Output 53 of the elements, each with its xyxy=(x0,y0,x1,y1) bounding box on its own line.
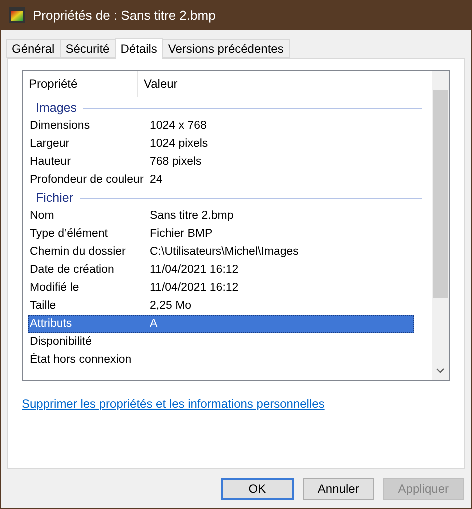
property-name: État hors connexion xyxy=(29,354,133,366)
group-title: Images xyxy=(36,101,77,115)
property-row[interactable]: Modifié le 11/04/2021 16:12 xyxy=(28,279,414,297)
property-name: Chemin du dossier xyxy=(29,246,127,258)
window-title: Propriétés de : Sans titre 2.bmp xyxy=(33,8,216,22)
property-name: Modifié le xyxy=(29,282,80,294)
property-row[interactable]: Chemin du dossier C:\Utilisateurs\Michel\Images xyxy=(28,243,414,261)
property-name: Date de création xyxy=(29,264,116,276)
property-row[interactable]: Taille 2,25 Mo xyxy=(28,297,414,315)
property-name: Dimensions xyxy=(29,120,92,132)
property-value: 24 xyxy=(149,174,163,186)
tab[interactable]: Détails xyxy=(114,38,164,59)
property-name: Attributs xyxy=(29,318,74,330)
chevron-down-icon[interactable] xyxy=(436,368,445,374)
property-name: Largeur xyxy=(29,138,71,150)
dialog-button[interactable]: Annuler xyxy=(302,478,374,500)
tab[interactable]: Sécurité xyxy=(60,39,116,58)
property-row[interactable]: Date de création 11/04/2021 16:12 xyxy=(28,261,414,279)
property-name: Nom xyxy=(29,210,56,222)
property-value: 11/04/2021 16:12 xyxy=(149,264,239,276)
property-row[interactable]: Profondeur de couleur 24 xyxy=(28,171,414,189)
property-row[interactable]: Dimensions 1024 x 768 xyxy=(28,117,414,135)
property-name: Type d’élément xyxy=(29,228,109,240)
column-header[interactable]: Propriété xyxy=(28,71,138,97)
scroll-thumb[interactable] xyxy=(433,90,448,298)
tab[interactable]: Général xyxy=(6,39,61,58)
property-name: Hauteur xyxy=(29,156,72,168)
scrollbar[interactable] xyxy=(432,71,449,380)
property-value: Fichier BMP xyxy=(149,228,213,240)
property-row[interactable]: Nom Sans titre 2.bmp xyxy=(28,207,414,225)
property-name: Disponibilité xyxy=(29,336,94,348)
property-row[interactable]: Attributs A xyxy=(28,315,414,333)
remove-properties-link[interactable]: Supprimer les propriétés et les informations personnelles xyxy=(22,397,325,411)
property-value: 768 pixels xyxy=(149,156,202,168)
property-value: 2,25 Mo xyxy=(149,300,192,312)
group-title: Fichier xyxy=(36,191,74,205)
property-row[interactable]: Hauteur 768 pixels xyxy=(28,153,414,171)
property-row[interactable]: État hors connexion xyxy=(28,351,414,369)
image-file-icon xyxy=(9,7,25,23)
tab[interactable]: Versions précédentes xyxy=(162,39,290,58)
property-name: Profondeur de couleur xyxy=(29,174,145,186)
dialog-button[interactable]: OK xyxy=(220,478,294,500)
property-name: Taille xyxy=(29,300,58,312)
property-row[interactable]: Type d’élément Fichier BMP xyxy=(28,225,414,243)
property-value: 1024 pixels xyxy=(149,138,208,150)
property-value: A xyxy=(149,318,158,330)
property-value: Sans titre 2.bmp xyxy=(149,210,234,222)
property-row[interactable]: Largeur 1024 pixels xyxy=(28,135,414,153)
property-value: 1024 x 768 xyxy=(149,120,207,132)
property-row[interactable]: Disponibilité xyxy=(28,333,414,351)
property-value: 11/04/2021 16:12 xyxy=(149,282,239,294)
property-value: C:\Utilisateurs\Michel\Images xyxy=(149,246,299,258)
column-header[interactable]: Valeur xyxy=(138,71,432,97)
